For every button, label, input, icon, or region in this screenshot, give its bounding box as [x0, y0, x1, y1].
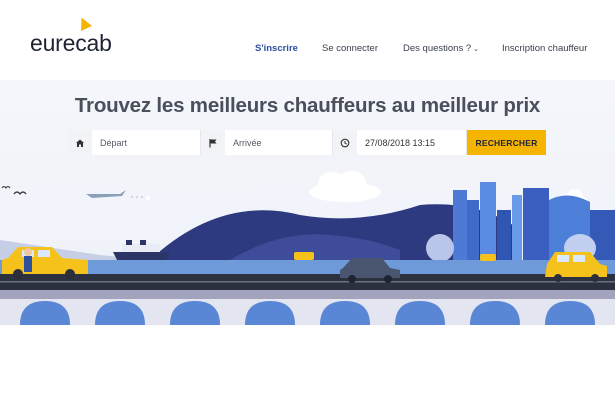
logo[interactable]: eurecab [30, 30, 112, 57]
road-marking [0, 281, 615, 283]
nav-faq-label: Des questions ? [403, 43, 472, 54]
arrival-segment [201, 130, 333, 155]
nav-signup-link[interactable]: S'inscrire [255, 43, 298, 54]
city-skyline-illustration [426, 182, 615, 262]
water [0, 260, 615, 274]
airplane-icon [86, 190, 150, 200]
home-icon [68, 130, 92, 155]
hero-illustration [0, 171, 615, 325]
nav-login-link[interactable]: Se connecter [322, 43, 378, 54]
logo-arrow-icon [76, 15, 92, 31]
chevron-down-icon: ⌄ [473, 46, 479, 53]
departure-segment [68, 130, 201, 155]
arrival-input[interactable] [225, 130, 332, 155]
nav-driver-signup-link[interactable]: Inscription chauffeur [502, 43, 587, 54]
search-button[interactable]: RECHERCHER [467, 130, 546, 155]
flag-icon [201, 130, 225, 155]
bridge-deck [0, 290, 615, 299]
site-header: eurecab S'inscrire Se connecter Des ques… [0, 0, 615, 80]
page-title: Trouvez les meilleurs chauffeurs au meil… [74, 94, 541, 117]
bridge-arches [0, 299, 615, 325]
nav-faq-dropdown[interactable]: Des questions ? ⌄ [403, 43, 479, 54]
search-bar: RECHERCHER [68, 130, 546, 155]
departure-input[interactable] [92, 130, 200, 155]
bird-icon [1, 186, 27, 195]
datetime-segment [333, 130, 467, 155]
logo-text: eurecab [30, 30, 112, 56]
datetime-input[interactable] [357, 130, 467, 155]
content-area [0, 325, 615, 406]
clock-icon [333, 130, 357, 155]
